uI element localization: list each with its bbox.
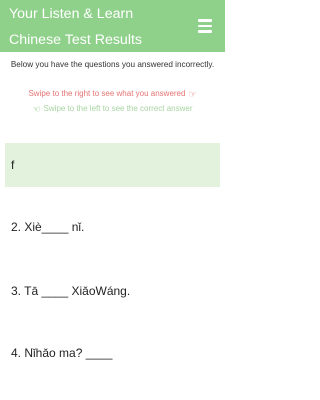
page-title: Your Listen & Learn Chinese Test Results — [9, 6, 143, 48]
app-header: Your Listen & Learn Chinese Test Results — [0, 0, 225, 52]
swipe-left-hint: ☜ Swipe to the left to see the correct an… — [0, 104, 225, 115]
question-text: f — [11, 158, 15, 172]
hand-pointing-right-icon: ☞ — [188, 89, 197, 99]
question-row[interactable]: f — [5, 143, 220, 187]
question-text: 3. Tā ____ XiǎoWáng. — [11, 284, 131, 298]
question-text: 4. Nǐhǎo ma? ____ — [11, 346, 113, 360]
question-row[interactable]: 4. Nǐhǎo ma? ____ — [5, 331, 220, 375]
question-text: 2. Xiè____ nǐ. — [11, 220, 85, 234]
question-row[interactable]: 3. Tā ____ XiǎoWáng. — [5, 269, 220, 313]
hand-pointing-left-icon: ☜ — [32, 104, 41, 114]
question-row[interactable]: 2. Xiè____ nǐ. — [5, 205, 220, 249]
intro-text: Below you have the questions you answere… — [10, 60, 215, 69]
swipe-left-text: Swipe to the left to see the correct ans… — [43, 104, 193, 113]
hamburger-menu-icon[interactable] — [198, 19, 214, 33]
swipe-right-hint: Swipe to the right to see what you answe… — [0, 89, 225, 100]
swipe-right-text: Swipe to the right to see what you answe… — [28, 89, 186, 98]
